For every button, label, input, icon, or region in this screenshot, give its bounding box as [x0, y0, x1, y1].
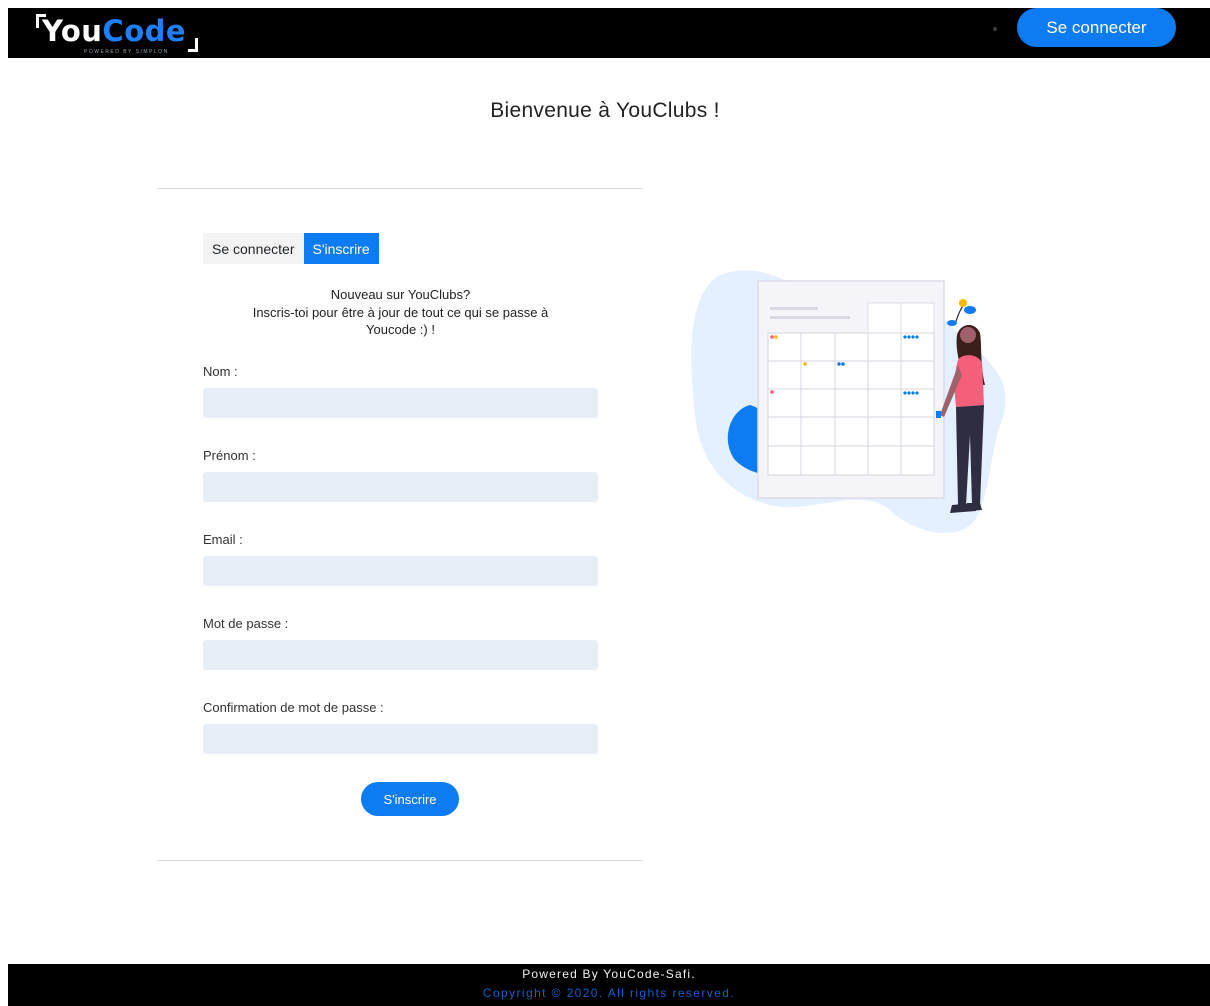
intro-line-2: Inscris-toi pour être à jour de tout ce … — [252, 304, 549, 320]
logo-tagline: POWERED BY SIMPLON — [84, 49, 169, 55]
auth-tabs: Se connecter S'inscrire — [203, 233, 379, 264]
youcode-logo[interactable]: YouCode POWERED BY SIMPLON — [36, 12, 211, 56]
intro-line-3: Youcode :) ! — [366, 322, 435, 337]
page-title: Bienvenue à YouClubs ! — [490, 99, 720, 122]
register-submit-button[interactable]: S'inscrire — [361, 782, 459, 816]
divider-top — [157, 188, 643, 189]
top-navbar: YouCode POWERED BY SIMPLON Se connecter — [8, 8, 1210, 58]
password-label: Mot de passe : — [203, 616, 289, 631]
tab-register[interactable]: S'inscrire — [303, 233, 379, 264]
register-intro: Nouveau sur YouClubs? Inscris-toi pour ê… — [203, 286, 598, 339]
calendar-woman-illustration — [691, 270, 1006, 534]
logo-code: Code — [102, 14, 187, 48]
footer-powered-by: Powered By YouCode-Safi. — [522, 967, 696, 981]
nom-input[interactable] — [203, 388, 598, 418]
footer: Powered By YouCode-Safi. Copyright © 202… — [8, 964, 1210, 1006]
divider-bottom — [157, 860, 643, 861]
password-input[interactable] — [203, 640, 598, 670]
logo-you: You — [42, 14, 103, 48]
email-label: Email : — [203, 532, 243, 547]
prenom-label: Prénom : — [203, 448, 256, 463]
tab-login[interactable]: Se connecter — [203, 233, 304, 264]
nav-dot — [993, 27, 997, 31]
intro-line-1: Nouveau sur YouClubs? — [330, 287, 471, 302]
email-input[interactable] — [203, 556, 598, 586]
nom-label: Nom : — [203, 364, 238, 379]
footer-copyright: Copyright © 2020. All rights reserved. — [482, 986, 736, 1000]
password-confirm-input[interactable] — [203, 724, 598, 754]
header-login-button[interactable]: Se connecter — [1017, 8, 1176, 47]
prenom-input[interactable] — [203, 472, 598, 502]
logo-wordmark: YouCode — [42, 14, 186, 48]
password-confirm-label: Confirmation de mot de passe : — [203, 700, 384, 715]
logo-bracket-right — [188, 38, 198, 52]
